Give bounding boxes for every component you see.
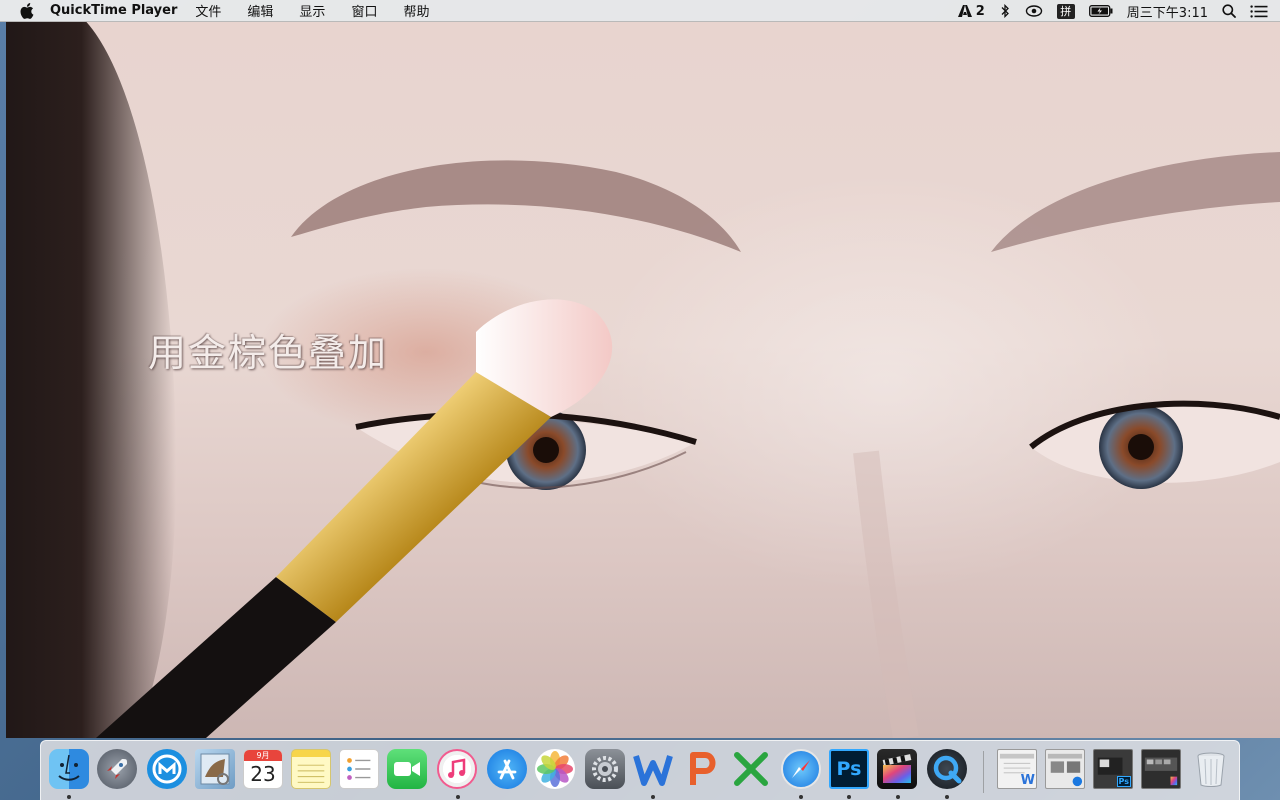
app-store-icon [497,759,517,780]
right-eyebrow [991,152,1280,252]
dock-wps-writer-running-indicator [651,795,655,799]
dock-facetime[interactable] [387,749,427,789]
gear-icon [592,756,618,782]
dock-safari[interactable] [781,749,821,789]
menu-file[interactable]: 文件 [195,1,221,20]
dock-wps-writer[interactable] [633,749,673,789]
adobe-creative-cloud-status[interactable]: 2 [957,0,985,22]
finder-icon [58,754,80,781]
itunes-icon [448,758,466,778]
dock-reminders[interactable] [339,749,379,789]
dock-final-cut-running-indicator [896,795,900,799]
dock-maxthon[interactable] [147,749,187,789]
photoshop-window-thumbnail-icon [1144,757,1178,786]
quicktime-video-window[interactable]: 用金棕色叠加 [6,22,1280,738]
menu-help[interactable]: 帮助 [403,1,429,20]
dock-minimized-word-window[interactable]: W [997,749,1037,789]
ime-pinyin-badge: 拼 [1056,3,1075,19]
dock-photoshop-running-indicator [847,795,851,799]
photoshop-icon: Ps [836,758,862,780]
dock-final-cut-pro[interactable] [877,749,917,789]
bluetooth-status[interactable] [999,0,1011,22]
dock-quicktime[interactable] [927,749,967,789]
calendar-icon: 9月 [244,750,282,761]
word-badge: W [1020,773,1035,788]
final-cut-icon [882,754,912,783]
apple-menu-icon[interactable] [18,2,36,20]
notes-icon [297,764,325,783]
notification-center-status[interactable] [1250,0,1268,22]
photoshop-badge: Ps [1116,776,1131,787]
left-eyebrow [291,160,741,252]
calendar-month: 9月 [256,751,270,760]
menu-bar: QuickTime Player 文件 编辑 显示 窗口 帮助 2 拼 周三下午… [0,0,1280,22]
dock-preview[interactable] [195,749,235,789]
input-method-status[interactable]: 拼 [1056,0,1075,22]
dock-minimized-safari-window[interactable] [1045,749,1085,789]
dock-itunes-running-indicator [456,795,460,799]
dock-finder[interactable] [49,749,89,789]
dock-finder-running-indicator [67,795,71,799]
dock-safari-running-indicator [799,795,803,799]
bluetooth-icon [1001,4,1009,18]
dock-trash[interactable] [1191,749,1231,789]
rocket-icon [107,759,127,779]
dock-wps-spreadsheets[interactable] [731,749,771,789]
quicktime-icon [933,755,962,784]
browser-window-thumbnail-icon [1047,753,1083,787]
dock-photoshop[interactable]: Ps [829,749,869,789]
dock-minimized-photoshop-window-1[interactable]: Ps [1093,749,1133,789]
calendar-day: 23 [250,762,276,786]
menu-view[interactable]: 显示 [299,1,325,20]
dock-separator [983,751,984,793]
dock-calendar[interactable]: 9月 23 [243,749,283,789]
menu-window[interactable]: 窗口 [351,1,377,20]
adobe-update-count: 2 [975,3,985,19]
trash-icon [1197,752,1225,787]
wps-writer-icon [633,755,673,786]
maxthon-icon [152,754,182,784]
search-icon [1222,4,1236,18]
battery-charging-icon [1088,5,1113,17]
cloud-eye-icon [1025,5,1042,17]
preview-icon [200,753,230,785]
wps-presentation-icon [690,752,716,785]
dock-system-preferences[interactable] [585,749,625,789]
adobe-icon [957,5,972,17]
dock-notes[interactable] [291,749,331,789]
dock-launchpad[interactable] [97,749,137,789]
safari-icon [792,760,810,778]
reminders-icon [347,758,371,780]
list-icon [1250,4,1268,18]
menu-clock[interactable]: 周三下午3:11 [1127,0,1208,22]
photos-icon [537,751,573,787]
wps-spreadsheets-icon [734,752,768,786]
dock-app-store[interactable] [487,749,527,789]
menu-edit[interactable]: 编辑 [247,1,273,20]
video-frame [96,152,1280,738]
video-caption: 用金棕色叠加 [148,331,389,375]
dock-quicktime-running-indicator [945,795,949,799]
dock-photos[interactable] [535,749,575,789]
dock: 9月 23 Ps W Ps [40,740,1240,800]
dock-itunes[interactable] [437,749,477,789]
spotlight-status[interactable] [1222,0,1236,22]
app-name-menu[interactable]: QuickTime Player [50,3,177,18]
battery-status[interactable] [1088,0,1113,22]
facetime-icon [394,762,420,776]
dock-wps-presentation[interactable] [683,749,723,789]
wifi-status[interactable] [1025,0,1043,22]
dock-minimized-photoshop-window-2[interactable] [1141,749,1181,789]
